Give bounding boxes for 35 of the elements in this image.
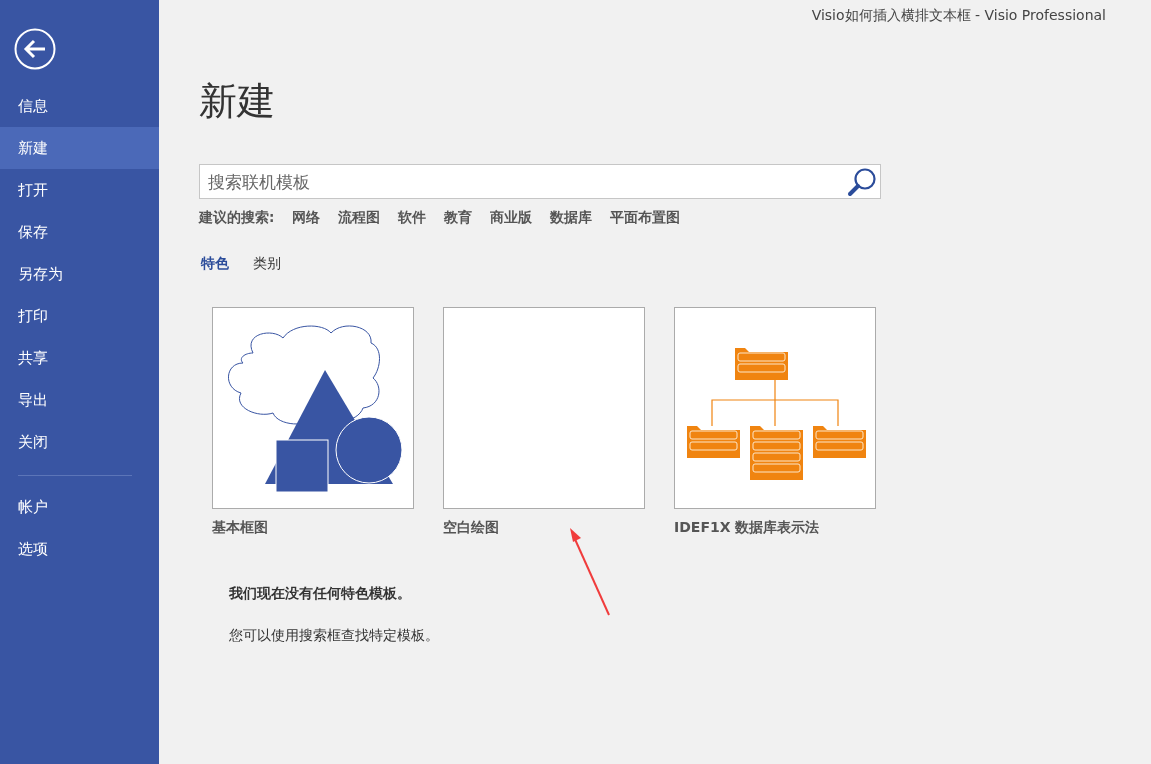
template-thumbnail[interactable]	[443, 307, 645, 509]
tab[interactable]: 特色	[199, 255, 231, 273]
search-icon[interactable]	[847, 166, 877, 197]
page-heading: 新建	[199, 78, 276, 125]
suggested-search-link[interactable]: 软件	[398, 209, 427, 227]
suggested-search-link[interactable]: 流程图	[338, 209, 381, 227]
tab[interactable]: 类别	[251, 255, 283, 273]
empty-message-text: 您可以使用搜索框查找特定模板。	[229, 627, 440, 645]
search-field[interactable]: 搜索联机模板	[199, 164, 881, 199]
template-label: 空白绘图	[443, 519, 500, 537]
suggested-search-link[interactable]: 商业版	[490, 209, 533, 227]
template-thumbnail[interactable]	[212, 307, 414, 509]
sidebar-item[interactable]: 打开	[0, 169, 159, 211]
window-title: Visio如何插入横排文本框 - Visio Professional	[811, 7, 1106, 25]
sidebar-item[interactable]: 新建	[0, 127, 159, 169]
search-input[interactable]: 搜索联机模板	[200, 171, 847, 192]
suggested-search-link[interactable]: 数据库	[550, 209, 593, 227]
sidebar-item[interactable]: 保存	[0, 211, 159, 253]
sidebar-item[interactable]: 信息	[0, 85, 159, 127]
back-button[interactable]	[14, 28, 56, 70]
template-thumbnail[interactable]	[674, 307, 876, 509]
suggested-search-link[interactable]: 网络	[292, 209, 321, 227]
sidebar-item[interactable]: 共享	[0, 337, 159, 379]
suggested-search-link[interactable]: 教育	[444, 209, 473, 227]
sidebar-item[interactable]: 导出	[0, 379, 159, 421]
sidebar-item[interactable]: 打印	[0, 295, 159, 337]
template-label: 基本框图	[212, 519, 269, 537]
sidebar-item[interactable]: 选项	[0, 528, 159, 570]
template-label: IDEF1X 数据库表示法	[674, 519, 821, 537]
sidebar-item[interactable]: 关闭	[0, 421, 159, 463]
suggested-searches-label: 建议的搜索:	[199, 209, 275, 227]
sidebar-item[interactable]: 另存为	[0, 253, 159, 295]
empty-message-title: 我们现在没有任何特色模板。	[229, 585, 412, 603]
suggested-search-link[interactable]: 平面布置图	[610, 209, 681, 227]
sidebar-item[interactable]: 帐户	[0, 486, 159, 528]
